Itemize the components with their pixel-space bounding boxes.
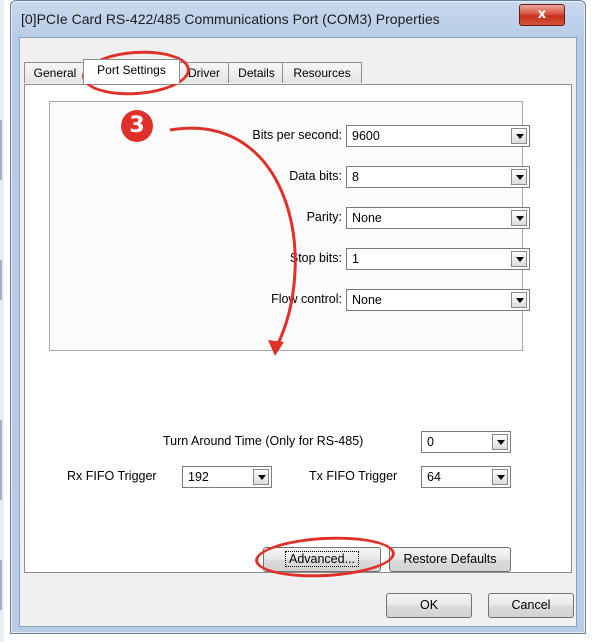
- tab-general[interactable]: General: [24, 62, 86, 83]
- tab-resources[interactable]: Resources: [282, 62, 362, 83]
- flow-control-value: None: [352, 293, 382, 307]
- stop-bits-select[interactable]: 1: [346, 248, 530, 270]
- chevron-down-icon[interactable]: [511, 128, 527, 144]
- bits-per-second-label: Bits per second:: [252, 128, 342, 142]
- chevron-down-icon[interactable]: [511, 292, 527, 308]
- restore-defaults-button[interactable]: Restore Defaults: [389, 547, 511, 572]
- chevron-down-icon[interactable]: [492, 469, 508, 485]
- port-settings-panel: Bits per second: 9600 Data bits: 8 Parit…: [24, 84, 572, 573]
- advanced-button-label: Advanced...: [284, 551, 360, 567]
- background-strip: [0, 0, 4, 642]
- tab-driver[interactable]: Driver: [177, 62, 231, 83]
- ok-button[interactable]: OK: [386, 593, 472, 618]
- tx-fifo-select[interactable]: 64: [421, 466, 511, 488]
- bits-per-second-value: 9600: [352, 129, 380, 143]
- ok-button-label: OK: [419, 598, 439, 612]
- data-bits-value: 8: [352, 170, 359, 184]
- title-bar[interactable]: [0]PCIe Card RS-422/485 Communications P…: [11, 1, 585, 37]
- parity-value: None: [352, 211, 382, 225]
- bits-per-second-select[interactable]: 9600: [346, 125, 530, 147]
- step-number-badge: 3: [121, 110, 153, 142]
- stop-bits-label: Stop bits:: [289, 251, 342, 265]
- data-bits-select[interactable]: 8: [346, 166, 530, 188]
- turn-around-time-select[interactable]: 0: [421, 431, 511, 453]
- advanced-button[interactable]: Advanced...: [263, 547, 381, 572]
- cancel-button[interactable]: Cancel: [488, 593, 574, 618]
- parity-label: Parity:: [306, 210, 342, 224]
- parity-select[interactable]: None: [346, 207, 530, 229]
- rx-fifo-value: 192: [188, 470, 209, 484]
- flow-control-select[interactable]: None: [346, 289, 530, 311]
- chevron-down-icon[interactable]: [253, 469, 269, 485]
- close-button[interactable]: x: [519, 4, 565, 26]
- rx-fifo-label: Rx FIFO Trigger: [67, 469, 157, 483]
- tab-details[interactable]: Details: [228, 62, 285, 83]
- turn-around-time-value: 0: [427, 435, 434, 449]
- chevron-down-icon[interactable]: [511, 210, 527, 226]
- chevron-down-icon[interactable]: [511, 251, 527, 267]
- tx-fifo-label: Tx FIFO Trigger: [309, 469, 398, 483]
- close-icon: x: [537, 7, 547, 22]
- chevron-down-icon[interactable]: [511, 169, 527, 185]
- data-bits-label: Data bits:: [289, 169, 342, 183]
- dialog-client-area: General Port Settings Driver Details Res…: [19, 37, 577, 627]
- tab-port-settings[interactable]: Port Settings: [83, 59, 180, 84]
- stop-bits-value: 1: [352, 252, 359, 266]
- window-title: [0]PCIe Card RS-422/485 Communications P…: [21, 11, 440, 27]
- port-settings-group: Bits per second: 9600 Data bits: 8 Parit…: [49, 101, 530, 351]
- turn-around-time-label: Turn Around Time (Only for RS-485): [163, 434, 364, 448]
- cancel-button-label: Cancel: [511, 598, 551, 612]
- rx-fifo-select[interactable]: 192: [182, 466, 272, 488]
- chevron-down-icon[interactable]: [492, 434, 508, 450]
- properties-dialog: [0]PCIe Card RS-422/485 Communications P…: [10, 0, 586, 634]
- flow-control-label: Flow control:: [271, 292, 342, 306]
- tx-fifo-value: 64: [427, 470, 441, 484]
- restore-defaults-label: Restore Defaults: [403, 552, 497, 566]
